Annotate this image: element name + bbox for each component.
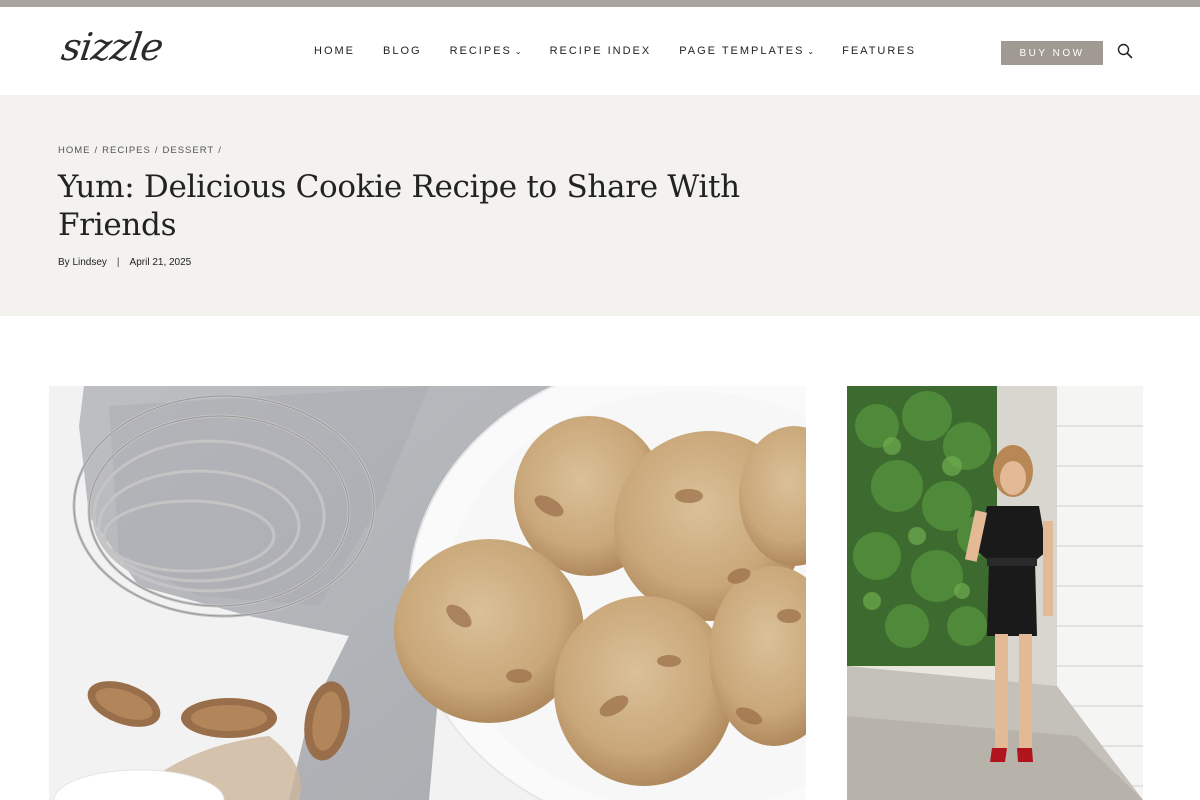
post-date: April 21, 2025 [129, 257, 192, 268]
post-hero: HOME / RECIPES / DESSERT / Yum: Deliciou… [0, 95, 1200, 316]
breadcrumb-separator: / [94, 145, 99, 156]
nav-item-home[interactable]: HOME [314, 45, 355, 57]
breadcrumb-separator: / [154, 145, 159, 156]
nav-item-recipe-index[interactable]: RECIPE INDEX [550, 45, 652, 57]
nav-item-features[interactable]: FEATURES [842, 45, 916, 57]
nav-item-blog[interactable]: BLOG [383, 45, 422, 57]
breadcrumb-recipes[interactable]: RECIPES [102, 145, 151, 156]
post-meta: By Lindsey | April 21, 2025 [58, 257, 191, 268]
chevron-down-icon: ⌄ [807, 46, 815, 56]
breadcrumb: HOME / RECIPES / DESSERT / [58, 145, 222, 156]
page-title: Yum: Delicious Cookie Recipe to Share Wi… [58, 169, 740, 243]
featured-image [49, 386, 806, 800]
search-icon[interactable] [1117, 43, 1133, 59]
site-logo[interactable]: sizzle [59, 25, 166, 69]
nav-item-page-templates[interactable]: PAGE TEMPLATES ⌄ [679, 45, 814, 57]
buy-now-button[interactable]: BUY NOW [1001, 41, 1103, 65]
chevron-down-icon: ⌄ [514, 46, 522, 56]
nav-item-label: PAGE TEMPLATES [679, 45, 805, 57]
top-accent-bar [0, 0, 1200, 7]
nav-item-label: BLOG [383, 45, 422, 57]
nav-item-recipes[interactable]: RECIPES ⌄ [450, 45, 522, 57]
author-portrait [847, 386, 1143, 800]
nav-item-label: HOME [314, 45, 355, 57]
nav-item-label: RECIPE INDEX [549, 45, 652, 57]
main-nav: HOME BLOG RECIPES ⌄ RECIPE INDEX PAGE TEM… [314, 45, 944, 57]
breadcrumb-dessert[interactable]: DESSERT [163, 145, 215, 156]
cookies-photo [49, 386, 806, 800]
breadcrumb-home[interactable]: HOME [58, 145, 91, 156]
meta-divider: | [116, 257, 120, 268]
author-photo [847, 386, 1143, 800]
post-author[interactable]: By Lindsey [58, 257, 107, 268]
nav-item-label: RECIPES [449, 45, 512, 57]
nav-item-label: FEATURES [842, 45, 916, 57]
site-header: sizzle HOME BLOG RECIPES ⌄ RECIPE INDEX P… [0, 7, 1200, 95]
breadcrumb-separator: / [218, 145, 222, 156]
